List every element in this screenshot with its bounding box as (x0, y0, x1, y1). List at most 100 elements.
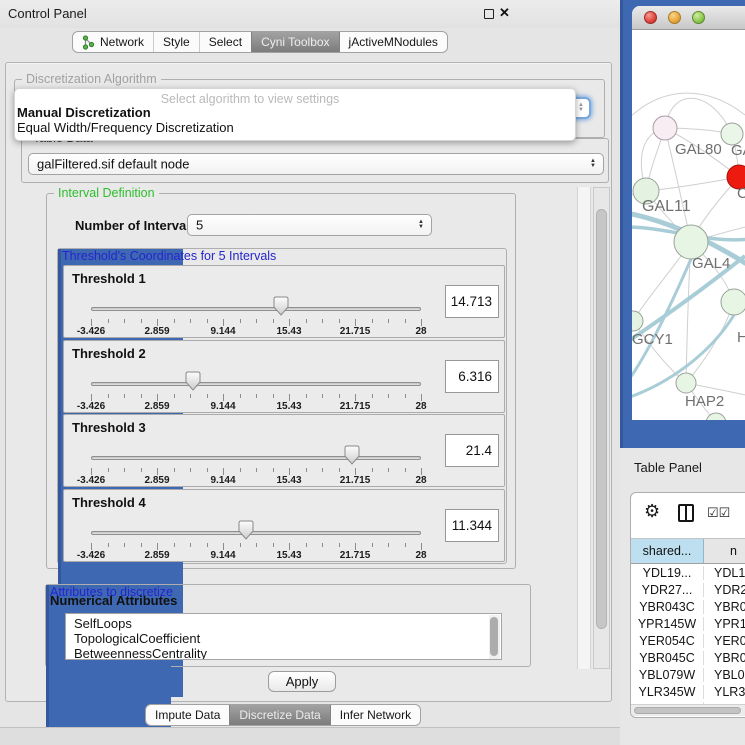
cell-shared-name[interactable]: YER054C (631, 634, 704, 648)
tab-impute-data[interactable]: Impute Data (146, 705, 229, 725)
tab-network[interactable]: Network (73, 32, 153, 52)
threshold-value-box[interactable]: 21.4 (445, 434, 499, 467)
cell-shared-name[interactable]: YDL19... (631, 566, 704, 580)
attributes-scrollbar[interactable] (489, 615, 500, 659)
table-row[interactable]: YBL079WYBL0 (631, 666, 745, 683)
tick-mark (256, 543, 257, 547)
columns-icon[interactable] (678, 504, 694, 522)
table-row[interactable]: YDR27...YDR2 (631, 581, 745, 598)
group-title: Interval Definition (54, 186, 159, 200)
minimize-button[interactable] (668, 11, 681, 24)
cell-shared-name[interactable]: YBR045C (631, 651, 704, 665)
cell-name[interactable]: YDR2 (704, 583, 745, 597)
threshold-panel: Threshold 3 21.4 -3.4262.8599.14415.4321… (63, 414, 505, 487)
attribute-item[interactable]: BetweennessCentrality (74, 646, 501, 660)
dropdown-item-manual-discretization[interactable]: Manual Discretization (17, 105, 151, 120)
number-of-intervals-combobox[interactable]: 5 ▲▼ (187, 214, 432, 236)
cell-shared-name[interactable]: YDR27... (631, 583, 704, 597)
slider-track[interactable] (91, 456, 421, 460)
cell-shared-name[interactable]: YPR145W (631, 617, 704, 631)
attributes-list[interactable]: SelfLoopsTopologicalCoefficientBetweenne… (65, 613, 502, 660)
threshold-value-box[interactable]: 11.344 (445, 509, 499, 542)
scrollbar-thumb[interactable] (596, 209, 607, 629)
tick-mark (190, 543, 191, 547)
threshold-value-box[interactable]: 14.713 (445, 285, 499, 318)
slider-thumb[interactable] (185, 371, 201, 391)
tab-cyni-toolbox[interactable]: Cyni Toolbox (251, 32, 338, 52)
threshold-panel: Threshold 1 14.713 -3.4262.8599.14415.43… (63, 265, 505, 338)
slider-track[interactable] (91, 307, 421, 311)
cell-shared-name[interactable]: YLR345W (631, 685, 704, 699)
table-row[interactable]: YLR345WYLR3 (631, 683, 745, 700)
panel-scrollbar[interactable] (593, 187, 610, 669)
scale-label: 2.859 (144, 401, 169, 412)
column-header-shared-name[interactable]: shared... (631, 539, 704, 563)
tick-mark (372, 468, 373, 472)
scrollbar-thumb[interactable] (634, 707, 741, 714)
slider-track[interactable] (91, 382, 421, 386)
dropdown-item-equal-width-frequency[interactable]: Equal Width/Frequency Discretization (17, 120, 234, 135)
cell-name[interactable]: YBL0 (704, 668, 745, 682)
cell-name[interactable]: YLR3 (704, 685, 745, 699)
cell-name[interactable]: YPR1 (704, 617, 745, 631)
slider-track[interactable] (91, 531, 421, 535)
attribute-item[interactable]: SelfLoops (74, 616, 501, 631)
tick-mark (289, 319, 290, 326)
tick-mark (174, 468, 175, 472)
tab-jactivemnodules[interactable]: jActiveMNodules (339, 32, 447, 52)
network-node[interactable] (653, 116, 677, 140)
network-node[interactable] (674, 225, 708, 259)
tab-label: Cyni Toolbox (261, 35, 329, 49)
zoom-button[interactable] (692, 11, 705, 24)
column-header-name[interactable]: n (704, 539, 745, 563)
tick-mark (240, 319, 241, 323)
slider-thumb[interactable] (273, 296, 289, 316)
close-button[interactable] (644, 11, 657, 24)
tick-mark (372, 543, 373, 547)
cell-shared-name[interactable]: YBL079W (631, 668, 704, 682)
network-node[interactable] (721, 289, 745, 315)
table-row[interactable]: YDL19...YDL1 (631, 564, 745, 581)
cell-shared-name[interactable]: YBR043C (631, 600, 704, 614)
tab-discretize-data[interactable]: Discretize Data (229, 705, 329, 725)
table-row[interactable]: YPR145WYPR1 (631, 615, 745, 632)
table-data-group: Table Data galFiltered.sif default node … (21, 138, 609, 183)
threshold-value-box[interactable]: 6.316 (445, 360, 499, 393)
network-canvas[interactable]: GAL80 GA C GAL11 GAL4 GCY1 H HAP2 (632, 30, 745, 420)
slider-thumb[interactable] (344, 445, 360, 465)
cell-name[interactable]: YER0 (704, 634, 745, 648)
attribute-item[interactable]: TopologicalCoefficient (74, 631, 501, 646)
tick-mark (223, 394, 224, 401)
tab-select[interactable]: Select (199, 32, 251, 52)
float-window-icon[interactable] (484, 9, 494, 19)
table-row[interactable]: YER054CYER0 (631, 632, 745, 649)
tick-mark (405, 319, 406, 323)
tick-mark (339, 319, 340, 323)
tick-mark (124, 468, 125, 472)
table-row[interactable]: YBR045CYBR0 (631, 649, 745, 666)
table-data-combobox[interactable]: galFiltered.sif default node ▲▼ (28, 153, 604, 175)
network-node[interactable] (632, 311, 643, 331)
apply-button[interactable]: Apply (268, 671, 336, 692)
threshold-list: Threshold 1 14.713 -3.4262.8599.14415.43… (63, 265, 505, 563)
cell-name[interactable]: YBR0 (704, 600, 745, 614)
checkboxes-icon[interactable]: ☑☑ (707, 505, 730, 521)
threshold-label: Threshold 1 (72, 271, 146, 286)
tick-mark (124, 319, 125, 323)
control-panel-titlebar: Control Panel ✕ (0, 0, 620, 28)
table-row[interactable]: YBR043CYBR0 (631, 598, 745, 615)
tab-style[interactable]: Style (153, 32, 199, 52)
cell-name[interactable]: YDL1 (704, 566, 745, 580)
tick-mark (240, 543, 241, 547)
close-icon[interactable]: ✕ (499, 5, 510, 21)
slider-thumb[interactable] (238, 520, 254, 540)
network-node[interactable] (676, 373, 696, 393)
inner-scrollbar-groove[interactable] (577, 187, 591, 669)
tick-mark (256, 319, 257, 323)
gear-icon[interactable]: ⚙ (644, 501, 660, 522)
scale-label: 9.144 (210, 550, 235, 561)
table-horizontal-scrollbar[interactable] (631, 704, 745, 716)
tab-infer-network[interactable]: Infer Network (330, 705, 420, 725)
cell-name[interactable]: YBR0 (704, 651, 745, 665)
combobox-value: 5 (196, 218, 203, 233)
